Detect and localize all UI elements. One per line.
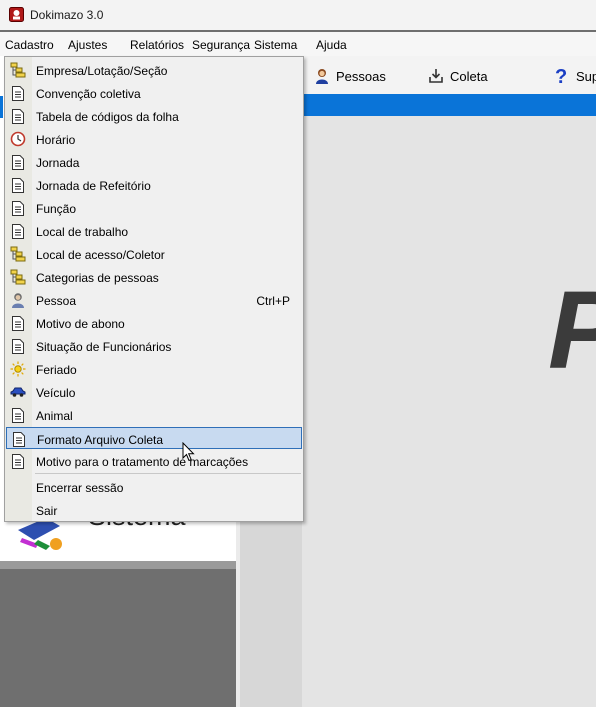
menu-item-convencao[interactable]: Convenção coletiva: [6, 82, 302, 104]
menu-item-label: Jornada de Refeitório: [36, 179, 151, 193]
coleta-button[interactable]: Coleta: [428, 67, 488, 85]
pessoas-button[interactable]: Pessoas: [314, 67, 386, 85]
menu-item-label: Animal: [36, 409, 73, 423]
menu-item-motivo-abono[interactable]: Motivo de abono: [6, 312, 302, 334]
svg-text:?: ?: [555, 66, 567, 86]
menu-item-label: Pessoa: [36, 294, 77, 308]
menu-item-tabela-codigos[interactable]: Tabela de códigos da folha: [6, 105, 302, 127]
suporte-button[interactable]: ? Sup: [554, 66, 596, 86]
clock-icon: [10, 131, 26, 147]
document-icon: [10, 407, 26, 423]
menu-seguranca[interactable]: Segurança: [192, 38, 250, 52]
left-panel-lower-edge: [0, 561, 236, 569]
menu-relatorios[interactable]: Relatórios: [130, 38, 184, 52]
person-icon: [314, 68, 330, 84]
menu-item-local-trabalho[interactable]: Local de trabalho: [6, 220, 302, 242]
menu-separator: [35, 473, 301, 474]
menu-item-label: Local de acesso/Coletor: [36, 248, 165, 262]
tree-icon: [10, 62, 26, 78]
document-icon: [10, 177, 26, 193]
menu-item-jornada[interactable]: Jornada: [6, 151, 302, 173]
menu-item-label: Categorias de pessoas: [36, 271, 159, 285]
menu-item-situacao[interactable]: Situação de Funcionários: [6, 335, 302, 357]
menu-ajustes[interactable]: Ajustes: [68, 38, 107, 52]
menu-bar: Cadastro Ajustes Relatórios Segurança Si…: [0, 32, 596, 56]
menu-item-label: Local de trabalho: [36, 225, 129, 239]
coleta-label: Coleta: [450, 68, 488, 84]
menu-item-label: Horário: [36, 133, 76, 147]
menu-item-label: Formato Arquivo Coleta: [37, 433, 164, 447]
car-icon: [10, 384, 26, 400]
menu-item-label: Empresa/Lotação/Seção: [36, 64, 168, 78]
document-icon: [10, 223, 26, 239]
menu-item-label: Sair: [36, 504, 58, 518]
menu-item-shortcut: Ctrl+P: [256, 294, 290, 308]
menu-item-categorias[interactable]: Categorias de pessoas: [6, 266, 302, 288]
document-icon: [10, 338, 26, 354]
menu-ajuda[interactable]: Ajuda: [316, 38, 347, 52]
menu-item-funcao[interactable]: Função: [6, 197, 302, 219]
menu-item-label: Motivo de abono: [36, 317, 125, 331]
menu-item-motivo-tratamento[interactable]: Motivo para o tratamento de marcações: [6, 450, 302, 472]
menu-item-label: Encerrar sessão: [36, 481, 124, 495]
header-strip: [302, 94, 596, 116]
document-icon: [10, 200, 26, 216]
document-icon: [10, 315, 26, 331]
menu-cadastro[interactable]: Cadastro: [5, 38, 54, 52]
menu-item-label: Veículo: [36, 386, 76, 400]
download-tray-icon: [428, 68, 444, 84]
menu-item-sair[interactable]: Sair: [6, 499, 302, 521]
cadastro-dropdown-menu: Empresa/Lotação/Seção Convenção coletiva…: [4, 56, 304, 522]
tree-icon: [10, 269, 26, 285]
menu-item-animal[interactable]: Animal: [6, 404, 302, 426]
menu-item-label: Situação de Funcionários: [36, 340, 172, 354]
menu-item-label: Motivo para o tratamento de marcações: [36, 455, 249, 469]
menu-item-pessoa[interactable]: Pessoa Ctrl+P: [6, 289, 302, 311]
app-icon: [9, 7, 24, 22]
suporte-label: Sup: [576, 68, 596, 84]
toolbar: Pessoas Coleta ? Sup: [302, 56, 596, 94]
pessoas-label: Pessoas: [336, 68, 386, 84]
left-panel-lower: [0, 561, 236, 707]
menu-sistema[interactable]: Sistema: [254, 38, 297, 52]
tree-icon: [10, 246, 26, 262]
menu-item-label: Convenção coletiva: [36, 87, 141, 101]
menu-item-local-acesso[interactable]: Local de acesso/Coletor: [6, 243, 302, 265]
menu-item-horario[interactable]: Horário: [6, 128, 302, 150]
menu-item-label: Função: [36, 202, 77, 216]
person-icon: [10, 292, 26, 308]
menu-item-empresa[interactable]: Empresa/Lotação/Seção: [6, 59, 302, 81]
window-title: Dokimazo 3.0: [30, 8, 104, 22]
document-icon: [10, 85, 26, 101]
menu-item-jornada-refeitorio[interactable]: Jornada de Refeitório: [6, 174, 302, 196]
help-question-icon: ?: [554, 66, 570, 86]
menu-item-label: Tabela de códigos da folha: [36, 110, 179, 124]
document-icon: [10, 154, 26, 170]
sun-icon: [10, 361, 26, 377]
menu-item-label: Feriado: [36, 363, 77, 377]
brand-logo-letter: P: [548, 276, 596, 386]
left-panel-accent: [0, 96, 3, 118]
mouse-cursor-icon: [182, 441, 196, 462]
document-icon: [10, 453, 26, 469]
document-icon: [10, 108, 26, 124]
document-icon: [11, 431, 27, 447]
menu-item-formato-arquivo-coleta[interactable]: Formato Arquivo Coleta: [6, 427, 302, 449]
menu-item-veiculo[interactable]: Veículo: [6, 381, 302, 403]
menu-item-label: Jornada: [36, 156, 80, 170]
menu-item-encerrar-sessao[interactable]: Encerrar sessão: [6, 476, 302, 498]
menu-item-feriado[interactable]: Feriado: [6, 358, 302, 380]
